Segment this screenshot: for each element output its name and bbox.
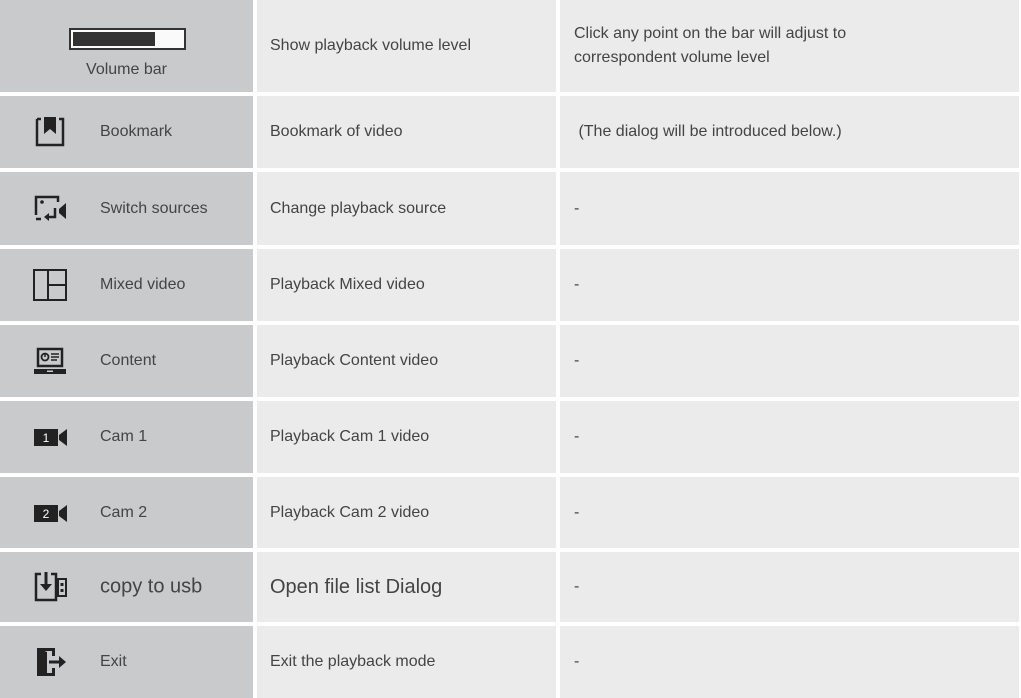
description-cell: Bookmark of video — [257, 96, 556, 168]
row-label: Exit — [100, 653, 127, 670]
note-cell: - — [560, 477, 1019, 548]
exit-icon[interactable] — [32, 644, 68, 680]
description-text: Show playback volume level — [270, 37, 471, 54]
description-cell: Playback Content video — [257, 325, 556, 397]
row-label: Mixed video — [100, 276, 186, 293]
note-text: - — [574, 653, 580, 670]
content-icon[interactable] — [32, 343, 68, 379]
description-cell: Exit the playback mode — [257, 626, 556, 698]
note-text: - — [574, 428, 580, 445]
note-cell: - — [560, 626, 1019, 698]
note-text: - — [574, 503, 580, 521]
note-cell: - — [560, 325, 1019, 397]
description-cell: Playback Mixed video — [257, 249, 556, 321]
mixed-video-icon[interactable] — [32, 267, 68, 303]
description-cell: Playback Cam 1 video — [257, 401, 556, 473]
name-cell: Bookmark — [0, 96, 253, 168]
table-row-cam1: 1 Cam 1 Playback Cam 1 video - — [0, 401, 1021, 473]
note-text: - — [574, 578, 580, 595]
volume-bar[interactable] — [69, 28, 186, 50]
name-cell: Mixed video — [0, 249, 253, 321]
playback-controls-table: Volume bar Show playback volume level Cl… — [0, 0, 1021, 698]
name-cell: Switch sources — [0, 172, 253, 245]
table-row-volume: Volume bar Show playback volume level Cl… — [0, 0, 1021, 92]
note-cell: Click any point on the bar will adjust t… — [560, 0, 1019, 92]
description-cell: Playback Cam 2 video — [257, 477, 556, 548]
description-text: Change playback source — [270, 199, 447, 217]
table-row-bookmark: Bookmark Bookmark of video (The dialog w… — [0, 96, 1021, 168]
cam1-icon[interactable]: 1 — [32, 419, 68, 455]
description-text: Exit the playback mode — [270, 653, 436, 670]
name-cell: Exit — [0, 626, 253, 698]
note-cell: - — [560, 172, 1019, 245]
table-row-copy-to-usb: copy to usb Open file list Dialog - — [0, 552, 1021, 622]
note-text: (The dialog will be introduced below.) — [574, 123, 842, 140]
note-cell: - — [560, 401, 1019, 473]
description-cell: Change playback source — [257, 172, 556, 245]
volume-bar-fill — [73, 32, 155, 46]
name-cell: 2 Cam 2 — [0, 477, 253, 548]
note-cell: - — [560, 552, 1019, 622]
row-label: Switch sources — [100, 199, 208, 217]
note-text: - — [574, 199, 580, 217]
note-text: - — [574, 276, 580, 293]
bookmark-icon[interactable] — [32, 114, 68, 150]
copy-to-usb-icon[interactable] — [32, 569, 68, 605]
description-text: Open file list Dialog — [270, 575, 443, 598]
description-cell: Show playback volume level — [257, 0, 556, 92]
name-cell: 1 Cam 1 — [0, 401, 253, 473]
switch-sources-icon[interactable] — [32, 191, 68, 227]
cam1-icon-number: 1 — [43, 431, 50, 445]
note-cell: - — [560, 249, 1019, 321]
row-label: Content — [100, 352, 157, 369]
note-text: - — [574, 352, 580, 369]
table-row-exit: Exit Exit the playback mode - — [0, 626, 1021, 698]
description-text: Playback Content video — [270, 352, 439, 369]
cam2-icon-number: 2 — [43, 507, 50, 521]
description-text: Playback Cam 2 video — [270, 503, 430, 521]
row-label: Cam 1 — [100, 428, 148, 445]
row-label: copy to usb — [100, 575, 203, 598]
note-cell: (The dialog will be introduced below.) — [560, 96, 1019, 168]
cam2-icon[interactable]: 2 — [32, 495, 68, 531]
volume-bar-label: Volume bar — [86, 61, 167, 78]
volume-cell: Volume bar — [0, 0, 253, 92]
name-cell: copy to usb — [0, 552, 253, 622]
description-text: Playback Mixed video — [270, 276, 425, 293]
table-row-switch-sources: Switch sources Change playback source - — [0, 172, 1021, 245]
note-text: Click any point on the bar will adjust t… — [574, 25, 847, 66]
table-row-content: Content Playback Content video - — [0, 325, 1021, 397]
description-text: Playback Cam 1 video — [270, 428, 430, 445]
row-label: Bookmark — [100, 123, 173, 140]
description-cell: Open file list Dialog — [257, 552, 556, 622]
row-label: Cam 2 — [100, 503, 148, 521]
table-row-mixed-video: Mixed video Playback Mixed video - — [0, 249, 1021, 321]
description-text: Bookmark of video — [270, 123, 403, 140]
table-row-cam2: 2 Cam 2 Playback Cam 2 video - — [0, 477, 1021, 548]
name-cell: Content — [0, 325, 253, 397]
